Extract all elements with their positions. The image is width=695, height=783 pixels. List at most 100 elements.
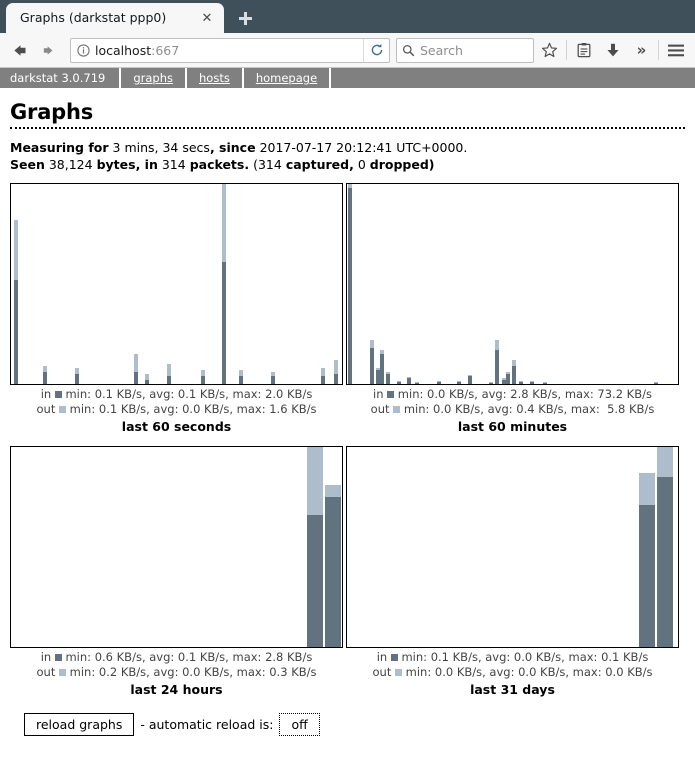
chart-legend: in min: 0.1 KB/s, avg: 0.0 KB/s, max: 0.… bbox=[346, 648, 679, 679]
bar-segment-in bbox=[75, 374, 79, 384]
overflow-button[interactable]: » bbox=[628, 37, 655, 64]
bar bbox=[654, 382, 658, 384]
close-icon[interactable]: ✕ bbox=[198, 9, 216, 27]
bar-segment-out bbox=[495, 340, 499, 350]
bar-segment-in bbox=[222, 262, 226, 384]
plot-area bbox=[11, 184, 342, 384]
bar-segment-in bbox=[407, 378, 411, 384]
chart-canvas-last-60-minutes bbox=[346, 183, 679, 385]
sidebar-item-graphs[interactable]: graphs bbox=[121, 68, 187, 88]
bar-segment-in bbox=[657, 477, 673, 647]
navigation-toolbar: localhost:667 Search bbox=[0, 33, 695, 68]
bar bbox=[134, 354, 138, 384]
sidebar-item-homepage[interactable]: homepage bbox=[244, 68, 331, 88]
legend-swatch bbox=[395, 669, 402, 676]
legend-swatch bbox=[391, 654, 398, 661]
graph-grid: in min: 0.1 KB/s, avg: 0.1 KB/s, max: 2.… bbox=[10, 183, 685, 709]
downloads-button[interactable] bbox=[599, 37, 626, 64]
bar-segment-in bbox=[530, 382, 534, 384]
bar bbox=[543, 382, 547, 384]
legend-row-out: out min: 0.0 KB/s, avg: 0.0 KB/s, max: 0… bbox=[346, 665, 679, 680]
legend-swatch bbox=[387, 391, 394, 398]
address-bar[interactable]: localhost:667 bbox=[70, 38, 390, 63]
bar bbox=[512, 360, 516, 384]
back-arrow-icon bbox=[11, 42, 28, 59]
bar bbox=[437, 381, 441, 384]
legend-stats: min: 0.6 KB/s, avg: 0.1 KB/s, max: 2.8 K… bbox=[62, 650, 312, 664]
bar-segment-in bbox=[307, 515, 323, 647]
bar-segment-out bbox=[639, 473, 655, 505]
bar bbox=[639, 473, 655, 647]
bar bbox=[321, 368, 325, 384]
back-button[interactable] bbox=[6, 37, 33, 64]
bar-segment-in bbox=[348, 188, 352, 384]
measuring-value: 3 mins, 34 secs bbox=[113, 140, 210, 155]
bookmark-button[interactable] bbox=[536, 37, 563, 64]
browser-window: Graphs (darkstat ppp0) ✕ bbox=[0, 0, 695, 783]
double-chevron-icon: » bbox=[637, 41, 647, 59]
bar-segment-in bbox=[14, 280, 18, 384]
bar-segment-out bbox=[334, 360, 338, 374]
bar bbox=[239, 370, 243, 384]
library-button[interactable] bbox=[570, 37, 597, 64]
capture-summary: Measuring for 3 mins, 34 secs, since 201… bbox=[10, 139, 685, 173]
bar-segment-in bbox=[415, 383, 419, 384]
info-icon[interactable] bbox=[71, 39, 95, 62]
legend-swatch bbox=[59, 406, 66, 413]
legend-stats: min: 0.1 KB/s, avg: 0.0 KB/s, max: 0.1 K… bbox=[398, 650, 648, 664]
star-icon bbox=[541, 42, 558, 59]
nav-link-graphs[interactable]: graphs bbox=[133, 71, 173, 85]
bar-segment-in bbox=[380, 354, 384, 384]
chart-legend: in min: 0.6 KB/s, avg: 0.1 KB/s, max: 2.… bbox=[10, 648, 343, 679]
forward-button[interactable] bbox=[35, 37, 62, 64]
legend-row-in: in min: 0.1 KB/s, avg: 0.1 KB/s, max: 2.… bbox=[10, 387, 343, 402]
bytes-label: bytes, in bbox=[97, 157, 158, 172]
bar-segment-in bbox=[370, 348, 374, 384]
sidebar-item-hosts[interactable]: hosts bbox=[187, 68, 244, 88]
bar bbox=[334, 360, 338, 384]
search-bar[interactable]: Search bbox=[396, 38, 534, 63]
legend-series-name: out bbox=[373, 665, 396, 679]
plot-area bbox=[11, 447, 342, 647]
bar-segment-in bbox=[654, 383, 658, 384]
bar bbox=[370, 340, 374, 384]
search-icon bbox=[402, 44, 415, 57]
magnifier-icon bbox=[402, 44, 415, 57]
auto-reload-toggle[interactable]: off bbox=[279, 713, 319, 736]
measuring-line: Measuring for 3 mins, 34 secs, since 201… bbox=[10, 139, 685, 156]
bar bbox=[495, 340, 499, 384]
site-navigation: darkstat 3.0.719 graphs hosts homepage bbox=[0, 68, 695, 88]
bar bbox=[167, 364, 171, 384]
url-host: localhost bbox=[95, 43, 151, 58]
menu-button[interactable] bbox=[662, 37, 689, 64]
bar bbox=[489, 382, 493, 384]
bar-segment-in bbox=[397, 382, 401, 384]
bar-segment-out bbox=[321, 368, 325, 376]
search-input[interactable]: Search bbox=[420, 43, 463, 58]
bar-segment-out bbox=[325, 485, 341, 497]
bar-segment-in bbox=[639, 505, 655, 647]
bar bbox=[407, 377, 411, 384]
legend-swatch bbox=[55, 654, 62, 661]
new-tab-button[interactable] bbox=[230, 3, 260, 33]
bar-segment-in bbox=[468, 376, 472, 384]
nav-link-homepage[interactable]: homepage bbox=[256, 71, 317, 85]
graph-controls: reload graphs - automatic reload is: off bbox=[10, 709, 685, 736]
reload-graphs-button[interactable]: reload graphs bbox=[24, 713, 134, 736]
seen-label: Seen bbox=[10, 157, 45, 172]
legend-swatch bbox=[55, 391, 62, 398]
title-divider bbox=[10, 127, 685, 129]
nav-link-hosts[interactable]: hosts bbox=[199, 71, 230, 85]
bar-segment-out bbox=[222, 184, 226, 262]
bar-segment-in bbox=[201, 376, 205, 384]
packets-label: packets. bbox=[190, 157, 249, 172]
bar-segment-in bbox=[167, 376, 171, 384]
reload-page-button[interactable] bbox=[363, 39, 389, 62]
bar bbox=[145, 374, 149, 384]
browser-tab[interactable]: Graphs (darkstat ppp0) ✕ bbox=[6, 3, 224, 33]
bar bbox=[348, 184, 352, 384]
seen-bytes: 38,124 bbox=[49, 157, 93, 172]
since-value: 2017-07-17 20:12:41 UTC+0000. bbox=[260, 140, 468, 155]
bar bbox=[519, 381, 523, 384]
chart-canvas-last-31-days bbox=[346, 446, 679, 648]
